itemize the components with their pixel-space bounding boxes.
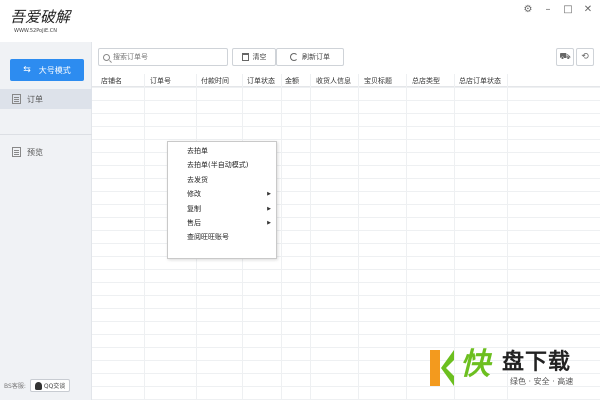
context-menu: 去拍单 去拍单(半自动模式) 去发货 修改 ▶ 复制 ▶ 售后 ▶ 查阅旺旺账号 bbox=[167, 141, 277, 259]
large-mode-button[interactable]: ⇆ 大号模式 bbox=[10, 59, 84, 81]
submenu-arrow-icon: ▶ bbox=[267, 219, 271, 226]
app-logo: 吾爱破解 WWW.52PoJiE.CN bbox=[10, 6, 80, 36]
minimize-icon[interactable]: – bbox=[542, 4, 554, 16]
clear-label: 清空 bbox=[252, 53, 267, 61]
sidebar-item-preview[interactable]: 预览 bbox=[0, 142, 92, 162]
column-header-store-status[interactable]: 总店订单状态 bbox=[459, 76, 501, 86]
watermark-tagline: 绿色 · 安全 · 高速 bbox=[510, 377, 574, 386]
menu-item-ship[interactable]: 去发货 bbox=[168, 173, 276, 187]
submenu-arrow-icon: ▶ bbox=[267, 205, 271, 212]
maximize-icon[interactable]: □ bbox=[562, 4, 574, 16]
menu-item-label: 复制 bbox=[187, 204, 201, 213]
clear-button[interactable]: 清空 bbox=[232, 48, 276, 66]
window-controls: ⚙ – □ ✕ bbox=[522, 4, 594, 16]
refresh-icon bbox=[290, 53, 298, 61]
column-divider bbox=[358, 74, 359, 400]
submenu-arrow-icon: ▶ bbox=[267, 191, 271, 198]
toolbar: 清空 刷新订单 ⛟ ⟲ bbox=[92, 42, 600, 74]
watermark: 快 盘下载 绿色 · 安全 · 高速 bbox=[428, 348, 600, 394]
column-divider bbox=[281, 74, 282, 400]
logo-url: WWW.52PoJiE.CN bbox=[14, 28, 57, 34]
history-icon: ⟲ bbox=[581, 52, 589, 62]
qq-chat-label: QQ交谈 bbox=[43, 383, 66, 390]
shipping-button[interactable]: ⛟ bbox=[556, 48, 574, 66]
sidebar: ⇆ 大号模式 订单 预览 BS客服: QQ交谈 bbox=[0, 42, 92, 400]
sidebar-item-orders[interactable]: 订单 bbox=[0, 89, 92, 109]
logo-text: 吾爱破解 bbox=[10, 8, 71, 26]
menu-item-view-wangwang[interactable]: 查阅旺旺账号 bbox=[168, 230, 276, 244]
menu-item-after-sales[interactable]: 售后 ▶ bbox=[168, 216, 276, 230]
large-mode-label: 大号模式 bbox=[38, 65, 71, 75]
menu-item-label: 去发货 bbox=[187, 175, 208, 184]
orders-icon bbox=[12, 94, 21, 104]
column-header-shop[interactable]: 店铺名 bbox=[101, 76, 122, 86]
watermark-k-logo-icon bbox=[430, 350, 454, 386]
menu-item-label: 售后 bbox=[187, 218, 201, 227]
watermark-title: 盘下载 bbox=[502, 350, 572, 375]
close-icon[interactable]: ✕ bbox=[582, 4, 594, 16]
search-input[interactable] bbox=[113, 53, 223, 61]
search-icon bbox=[103, 53, 110, 61]
sidebar-item-label: 预览 bbox=[27, 147, 43, 157]
menu-item-edit[interactable]: 修改 ▶ bbox=[168, 187, 276, 201]
refresh-label: 刷新订单 bbox=[302, 53, 330, 61]
menu-item-place-order-semi-auto[interactable]: 去拍单(半自动模式) bbox=[168, 158, 276, 172]
qq-icon bbox=[34, 381, 42, 390]
column-header-store-type[interactable]: 总店类型 bbox=[412, 76, 440, 86]
preview-icon bbox=[12, 147, 21, 157]
shipping-icon: ⛟ bbox=[559, 51, 571, 62]
menu-item-label: 去拍单(半自动模式) bbox=[187, 161, 249, 170]
menu-item-label: 修改 bbox=[187, 190, 201, 199]
column-divider bbox=[310, 74, 311, 400]
sidebar-divider bbox=[0, 134, 92, 135]
support-label: BS客服: bbox=[4, 383, 26, 390]
watermark-kuai: 快 bbox=[460, 347, 490, 382]
menu-item-place-order[interactable]: 去拍单 bbox=[168, 144, 276, 158]
history-button[interactable]: ⟲ bbox=[576, 48, 594, 66]
column-header-receiver[interactable]: 收货人信息 bbox=[316, 76, 351, 86]
column-divider bbox=[406, 74, 407, 400]
sidebar-footer: BS客服: QQ交谈 bbox=[4, 379, 71, 392]
column-header-order-status[interactable]: 订单状态 bbox=[247, 76, 275, 86]
column-header-item-title[interactable]: 宝贝标题 bbox=[364, 76, 392, 86]
title-bar: 吾爱破解 WWW.52PoJiE.CN ⚙ – □ ✕ bbox=[0, 0, 600, 42]
qq-chat-button[interactable]: QQ交谈 bbox=[29, 379, 71, 392]
menu-item-label: 查阅旺旺账号 bbox=[187, 233, 229, 242]
column-header-pay-time[interactable]: 付款时间 bbox=[201, 76, 229, 86]
menu-item-label: 去拍单 bbox=[187, 147, 208, 155]
trash-icon bbox=[241, 53, 249, 61]
swap-arrows-icon: ⇆ bbox=[23, 65, 31, 75]
gear-icon[interactable]: ⚙ bbox=[522, 4, 534, 16]
search-box bbox=[98, 48, 228, 66]
table-header: 店铺名 订单号 付款时间 订单状态 金额 收货人信息 宝贝标题 总店类型 总店订… bbox=[92, 74, 600, 87]
refresh-orders-button[interactable]: 刷新订单 bbox=[276, 48, 344, 66]
column-header-order-no[interactable]: 订单号 bbox=[150, 76, 171, 86]
menu-item-copy[interactable]: 复制 ▶ bbox=[168, 202, 276, 216]
sidebar-item-label: 订单 bbox=[27, 94, 43, 104]
column-divider bbox=[144, 74, 145, 400]
column-header-amount[interactable]: 金额 bbox=[285, 76, 299, 86]
